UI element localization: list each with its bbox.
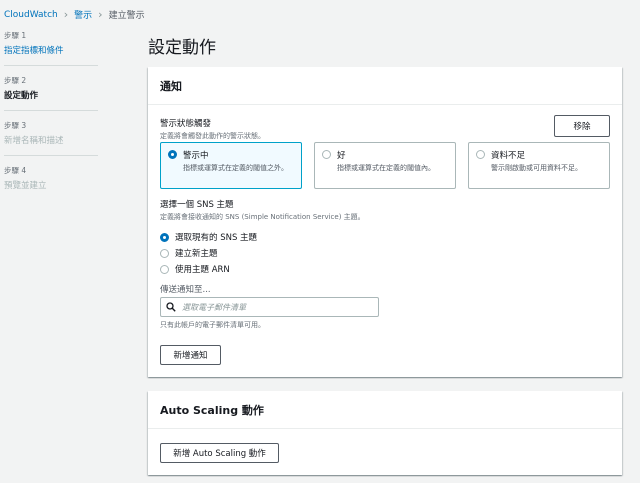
state-description: 指標或運算式在定義的閾值之外。 (183, 164, 288, 172)
step-number: 步驟 3 (4, 121, 27, 130)
sns-option-label: 選取現有的 SNS 主題 (175, 233, 258, 243)
alarm-state-tiles: 警示中 指標或運算式在定義的閾值之外。 好 指標或運算式在定義的閾值內。 資料不… (160, 142, 610, 189)
step-number: 步驟 2 (4, 76, 27, 85)
sns-option-arn[interactable]: 使用主題 ARN (160, 261, 365, 277)
state-title: 資料不足 (491, 151, 526, 161)
add-autoscaling-action-button[interactable]: 新增 Auto Scaling 動作 (160, 443, 279, 463)
radio-selected-icon (160, 233, 169, 242)
sns-option-new[interactable]: 建立新主題 (160, 245, 365, 261)
radio-empty-icon (322, 150, 331, 159)
trigger-label: 警示狀態觸發 (160, 119, 212, 129)
step-4: 步驟 4 預覽並建立 (4, 165, 98, 200)
step-2-title: 設定動作 (4, 91, 39, 101)
step-1: 步驟 1 指定指標和條件 (4, 30, 98, 66)
sns-option-label: 建立新主題 (175, 249, 218, 259)
sns-option-label: 使用主題 ARN (175, 265, 230, 275)
step-3-title: 新增名稱和描述 (4, 136, 64, 146)
email-list-search-input[interactable] (182, 302, 362, 312)
radio-empty-icon (160, 249, 169, 258)
search-icon (166, 302, 176, 312)
step-number: 步驟 1 (4, 31, 27, 40)
breadcrumb-create-alarm: 建立警示 (108, 11, 145, 21)
radio-empty-icon (160, 265, 169, 274)
step-2: 步驟 2 設定動作 (4, 75, 98, 111)
state-tile-in-alarm[interactable]: 警示中 指標或運算式在定義的閾值之外。 (160, 142, 302, 189)
state-description: 警示剛啟動或可用資料不足。 (491, 164, 582, 172)
state-title: 好 (337, 151, 346, 161)
breadcrumb: CloudWatch › 警示 › 建立警示 (4, 8, 145, 21)
sns-label: 選擇一個 SNS 主題 (160, 200, 234, 210)
step-4-title: 預覽並建立 (4, 181, 47, 191)
trigger-section: 警示狀態觸發 定義將會觸發此動作的警示狀態。 (160, 117, 265, 141)
chevron-right-icon: › (98, 8, 103, 21)
breadcrumb-cloudwatch[interactable]: CloudWatch (4, 10, 58, 20)
step-1-link[interactable]: 指定指標和條件 (4, 44, 98, 56)
add-notification-button[interactable]: 新增通知 (160, 345, 221, 365)
page-title: 設定動作 (148, 38, 216, 58)
sns-option-existing[interactable]: 選取現有的 SNS 主題 (160, 229, 365, 245)
step-number: 步驟 4 (4, 166, 27, 175)
state-title: 警示中 (183, 151, 209, 161)
state-description: 指標或運算式在定義的閾值內。 (337, 164, 435, 172)
radio-selected-icon (168, 150, 177, 159)
autoscaling-heading: Auto Scaling 動作 (148, 391, 622, 429)
search-help-text: 只有此帳戶的電子郵件清單可用。 (160, 321, 265, 329)
sns-radio-group: 選取現有的 SNS 主題 建立新主題 使用主題 ARN (160, 229, 365, 277)
autoscaling-panel: Auto Scaling 動作 新增 Auto Scaling 動作 (148, 391, 622, 475)
sns-description: 定義將會接收通知的 SNS (Simple Notification Servi… (160, 213, 365, 221)
send-to-label: 傳送通知至... (160, 285, 211, 295)
wizard-steps: 步驟 1 指定指標和條件 步驟 2 設定動作 步驟 3 新增名稱和描述 步驟 4… (4, 30, 98, 209)
state-tile-ok[interactable]: 好 指標或運算式在定義的閾值內。 (314, 142, 456, 189)
email-list-search (160, 297, 379, 317)
radio-empty-icon (476, 150, 485, 159)
step-3: 步驟 3 新增名稱和描述 (4, 120, 98, 156)
chevron-right-icon: › (63, 8, 69, 21)
notification-heading: 通知 (148, 67, 622, 105)
breadcrumb-alarms[interactable]: 警示 (74, 8, 92, 21)
notification-panel: 通知 警示狀態觸發 定義將會觸發此動作的警示狀態。 移除 警示中 指標或運算式在… (148, 67, 622, 377)
sns-section: 選擇一個 SNS 主題 定義將會接收通知的 SNS (Simple Notifi… (160, 198, 365, 277)
trigger-description: 定義將會觸發此動作的警示狀態。 (160, 132, 265, 140)
state-tile-insufficient-data[interactable]: 資料不足 警示剛啟動或可用資料不足。 (468, 142, 610, 189)
remove-button[interactable]: 移除 (554, 115, 610, 137)
